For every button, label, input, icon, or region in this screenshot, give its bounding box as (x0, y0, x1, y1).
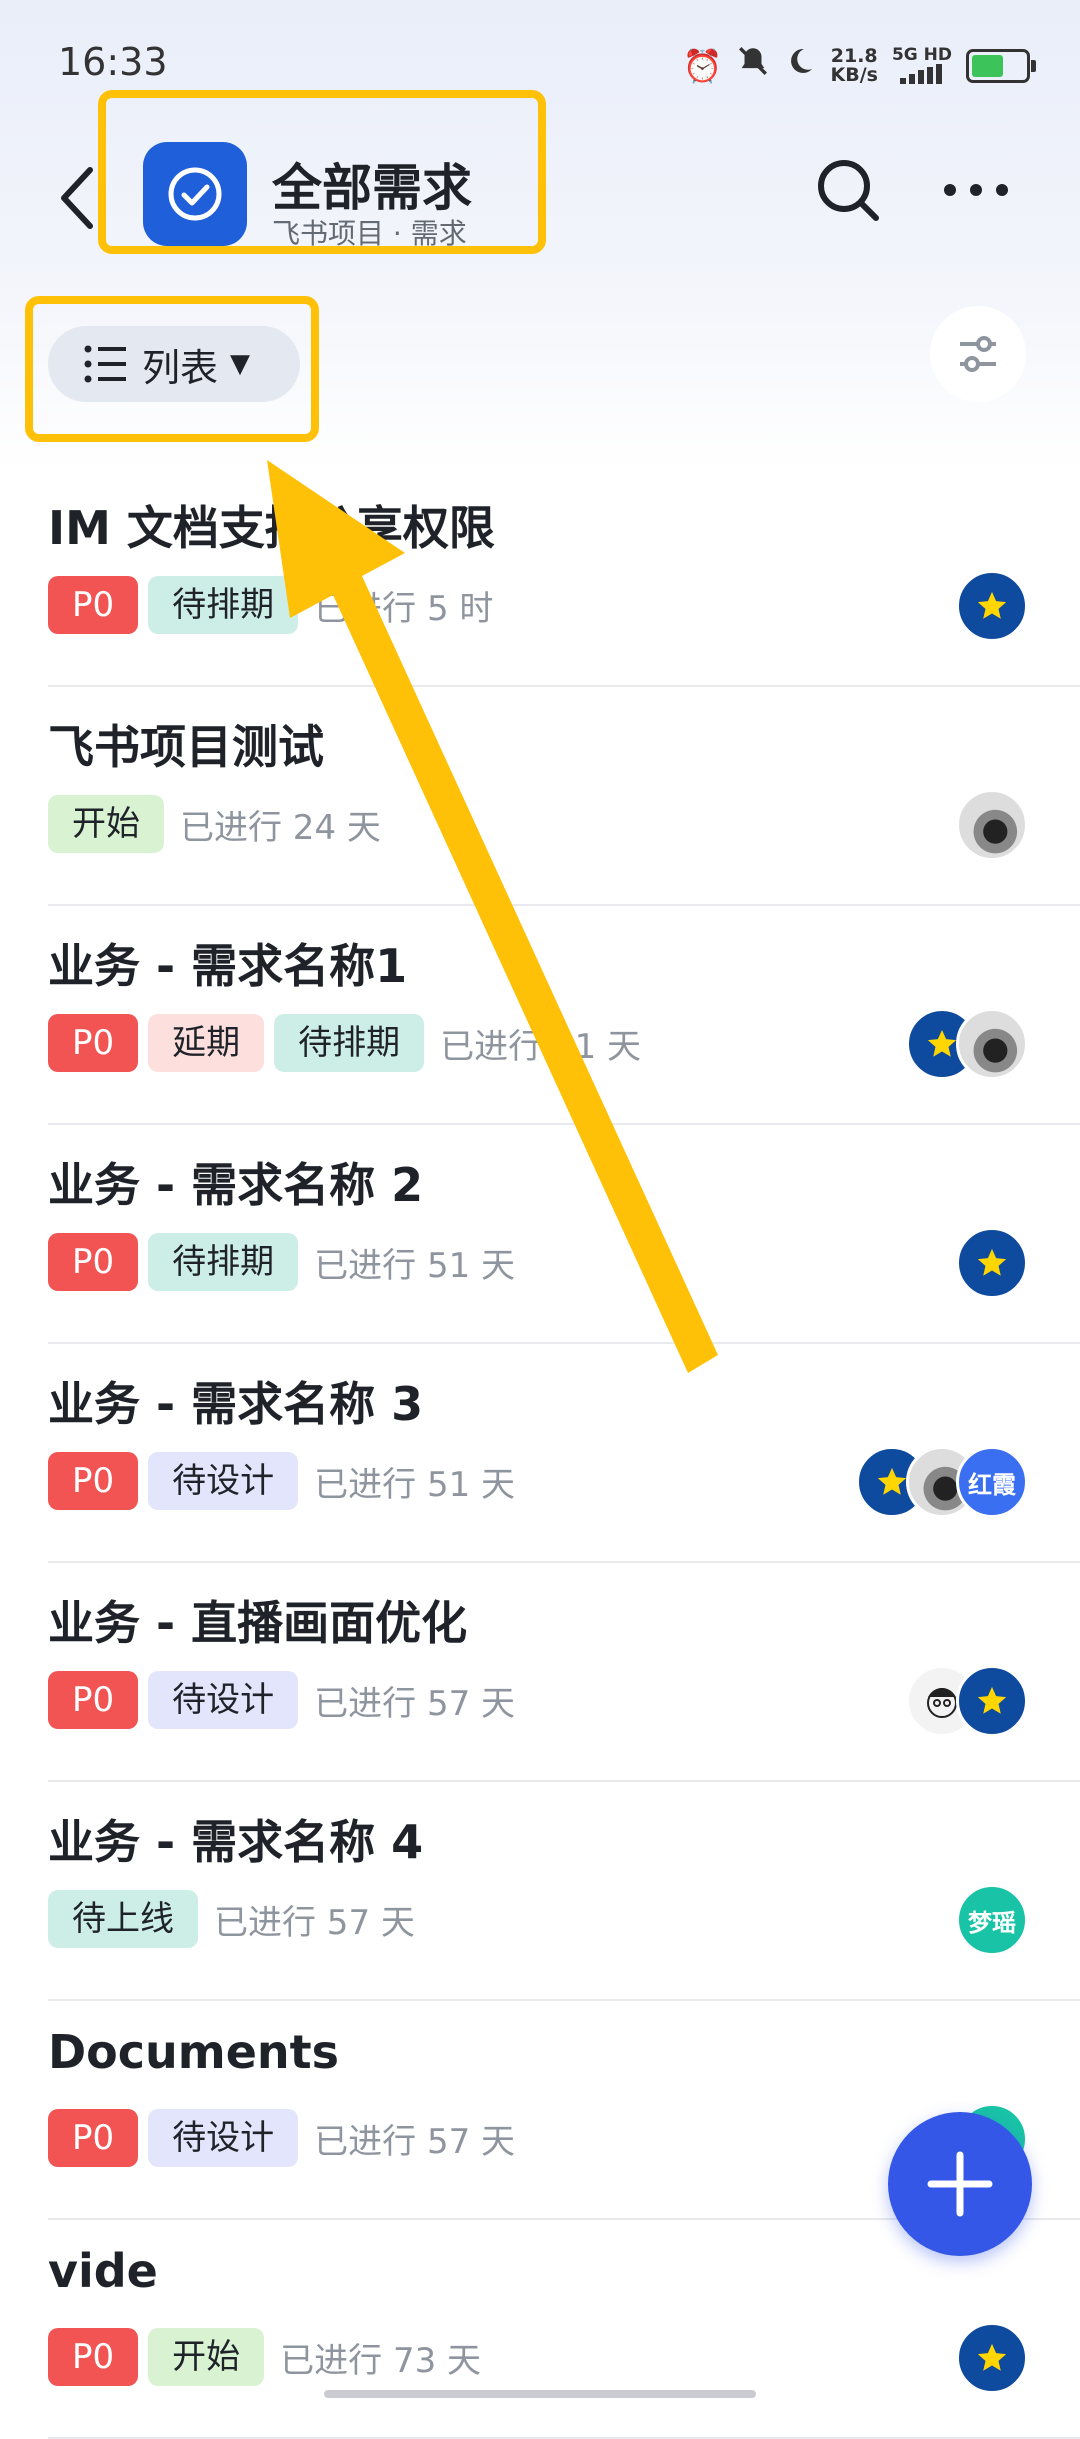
list-item[interactable]: 业务 - 需求名称1 P0 延期 待排期 已进行 51 天 (0, 906, 1080, 1125)
status-tag: 待设计 (148, 1671, 299, 1729)
star-icon (977, 591, 1007, 619)
status-tag: 待上线 (48, 1890, 198, 1948)
star-icon (977, 2343, 1007, 2371)
elapsed-time: 已进行 51 天 (314, 1245, 516, 1286)
avatar (956, 570, 1028, 642)
elapsed-time: 已进行 57 天 (314, 2121, 516, 2162)
battery-icon (966, 48, 1036, 83)
avatar: 梦瑶 (956, 1884, 1028, 1956)
assignee-avatars[interactable] (906, 1665, 1028, 1737)
avatar-initials: 红霞 (968, 1470, 1016, 1499)
assignee-avatars[interactable] (906, 1008, 1028, 1080)
list-item[interactable]: 飞书项目测试开始 已进行 24 天 (0, 687, 1080, 906)
list-item[interactable]: 业务 - 需求名称 4 待上线 已进行 57 天 梦瑶 (0, 1782, 1080, 2001)
priority-tag: P0 (48, 1014, 139, 1072)
elapsed-time: 已进行 57 天 (314, 1683, 516, 1724)
item-title: 业务 - 需求名称 2 (48, 1158, 424, 1212)
item-title: 业务 - 需求名称 3 (48, 1377, 424, 1431)
alarm-icon: ⏰ (682, 46, 723, 85)
elapsed-time: 已进行 51 天 (440, 1026, 642, 1067)
priority-tag: P0 (48, 1452, 139, 1510)
item-meta: P0 待设计 已进行 57 天 (48, 1671, 515, 1729)
assignee-avatars[interactable] (956, 570, 1028, 642)
status-tag: 待排期 (274, 1014, 425, 1072)
item-meta: P0 开始 已进行 73 天 (48, 2328, 481, 2386)
avatar (956, 1665, 1028, 1737)
star-icon (977, 1248, 1007, 1276)
item-meta: 开始 已进行 24 天 (48, 795, 381, 853)
avatar (956, 1227, 1028, 1299)
status-time: 16:33 (58, 40, 168, 84)
star-icon (977, 1686, 1007, 1714)
item-title: 业务 - 需求名称 4 (48, 1815, 424, 1869)
star-icon (877, 1467, 907, 1495)
battery-fill (972, 54, 1004, 77)
elapsed-time: 已进行 24 天 (180, 807, 381, 848)
item-meta: P0 待排期 已进行 51 天 (48, 1233, 515, 1291)
item-meta: P0 待排期 已进行 5 时 (48, 576, 493, 634)
assignee-avatars[interactable]: 梦瑶 (956, 1884, 1028, 1956)
add-button[interactable] (888, 2112, 1032, 2256)
status-tag: 待排期 (148, 576, 299, 634)
assignee-avatars[interactable] (956, 1227, 1028, 1299)
assignee-avatars[interactable] (956, 2322, 1028, 2394)
view-switch-highlight-box (25, 296, 319, 442)
item-title: 飞书项目测试 (48, 720, 324, 774)
item-title: 业务 - 需求名称1 (48, 939, 408, 993)
search-icon (818, 160, 879, 221)
item-meta: 待上线 已进行 57 天 (48, 1890, 415, 1948)
assignee-avatars[interactable] (956, 789, 1028, 861)
plus-icon (927, 2151, 993, 2217)
elapsed-time: 已进行 57 天 (214, 1902, 415, 1943)
priority-tag: P0 (48, 2109, 139, 2167)
signal-icon: 5G HD (892, 47, 952, 84)
list-item[interactable]: 业务 - 需求名称 2 P0 待排期 已进行 51 天 (0, 1125, 1080, 1344)
item-title: Documents (48, 2025, 340, 2079)
avatar (956, 789, 1028, 861)
list-item[interactable]: 业务 - 直播画面优化 P0 待设计 已进行 57 天 (0, 1563, 1080, 1782)
item-title: IM 文档支持分享权限 (48, 501, 495, 555)
status-tag: 开始 (148, 2328, 265, 2386)
home-indicator[interactable] (324, 2390, 756, 2398)
priority-tag: P0 (48, 576, 139, 634)
status-tag: 待排期 (148, 1233, 299, 1291)
elapsed-time: 已进行 73 天 (280, 2340, 482, 2381)
star-icon (927, 1029, 957, 1057)
status-tag: 待设计 (148, 2109, 299, 2167)
item-meta: P0 延期 待排期 已进行 51 天 (48, 1014, 641, 1072)
status-tag: 延期 (148, 1014, 265, 1072)
list-item[interactable]: IM 文档支持分享权限 P0 待排期 已进行 5 时 (0, 468, 1080, 687)
search-button[interactable] (808, 150, 888, 230)
elapsed-time: 已进行 5 时 (314, 588, 494, 629)
status-icons: ⏰ 21.8 KB/s 5G HD (682, 44, 1036, 87)
filter-sliders-icon (960, 336, 996, 372)
moon-icon (784, 45, 816, 86)
avatar (956, 1008, 1028, 1080)
more-icon (944, 184, 1008, 196)
avatar-initials: 梦瑶 (968, 1908, 1016, 1937)
priority-tag: P0 (48, 1233, 139, 1291)
assignee-avatars[interactable]: 红霞 (856, 1446, 1028, 1518)
item-meta: P0 待设计 已进行 51 天 (48, 1452, 515, 1510)
avatar: 红霞 (956, 1446, 1028, 1518)
list-item[interactable]: 业务 - 需求名称 3 P0 待设计 已进行 51 天 红霞 (0, 1344, 1080, 1563)
avatar (956, 2322, 1028, 2394)
mute-bell-icon (736, 44, 770, 87)
net-speed: 21.8 KB/s (830, 44, 878, 86)
filter-button[interactable] (930, 306, 1026, 402)
item-title: 业务 - 直播画面优化 (48, 1596, 468, 1650)
elapsed-time: 已进行 51 天 (314, 1464, 516, 1505)
priority-tag: P0 (48, 2328, 139, 2386)
item-title: vide (48, 2244, 158, 2298)
status-tag: 开始 (48, 795, 164, 853)
status-tag: 待设计 (148, 1452, 299, 1510)
item-meta: P0 待设计 已进行 57 天 (48, 2109, 515, 2167)
priority-tag: P0 (48, 1671, 139, 1729)
list-item[interactable]: vide P0 开始 已进行 73 天 (0, 2220, 1080, 2439)
more-button[interactable] (936, 150, 1016, 230)
title-highlight-box (98, 90, 546, 254)
